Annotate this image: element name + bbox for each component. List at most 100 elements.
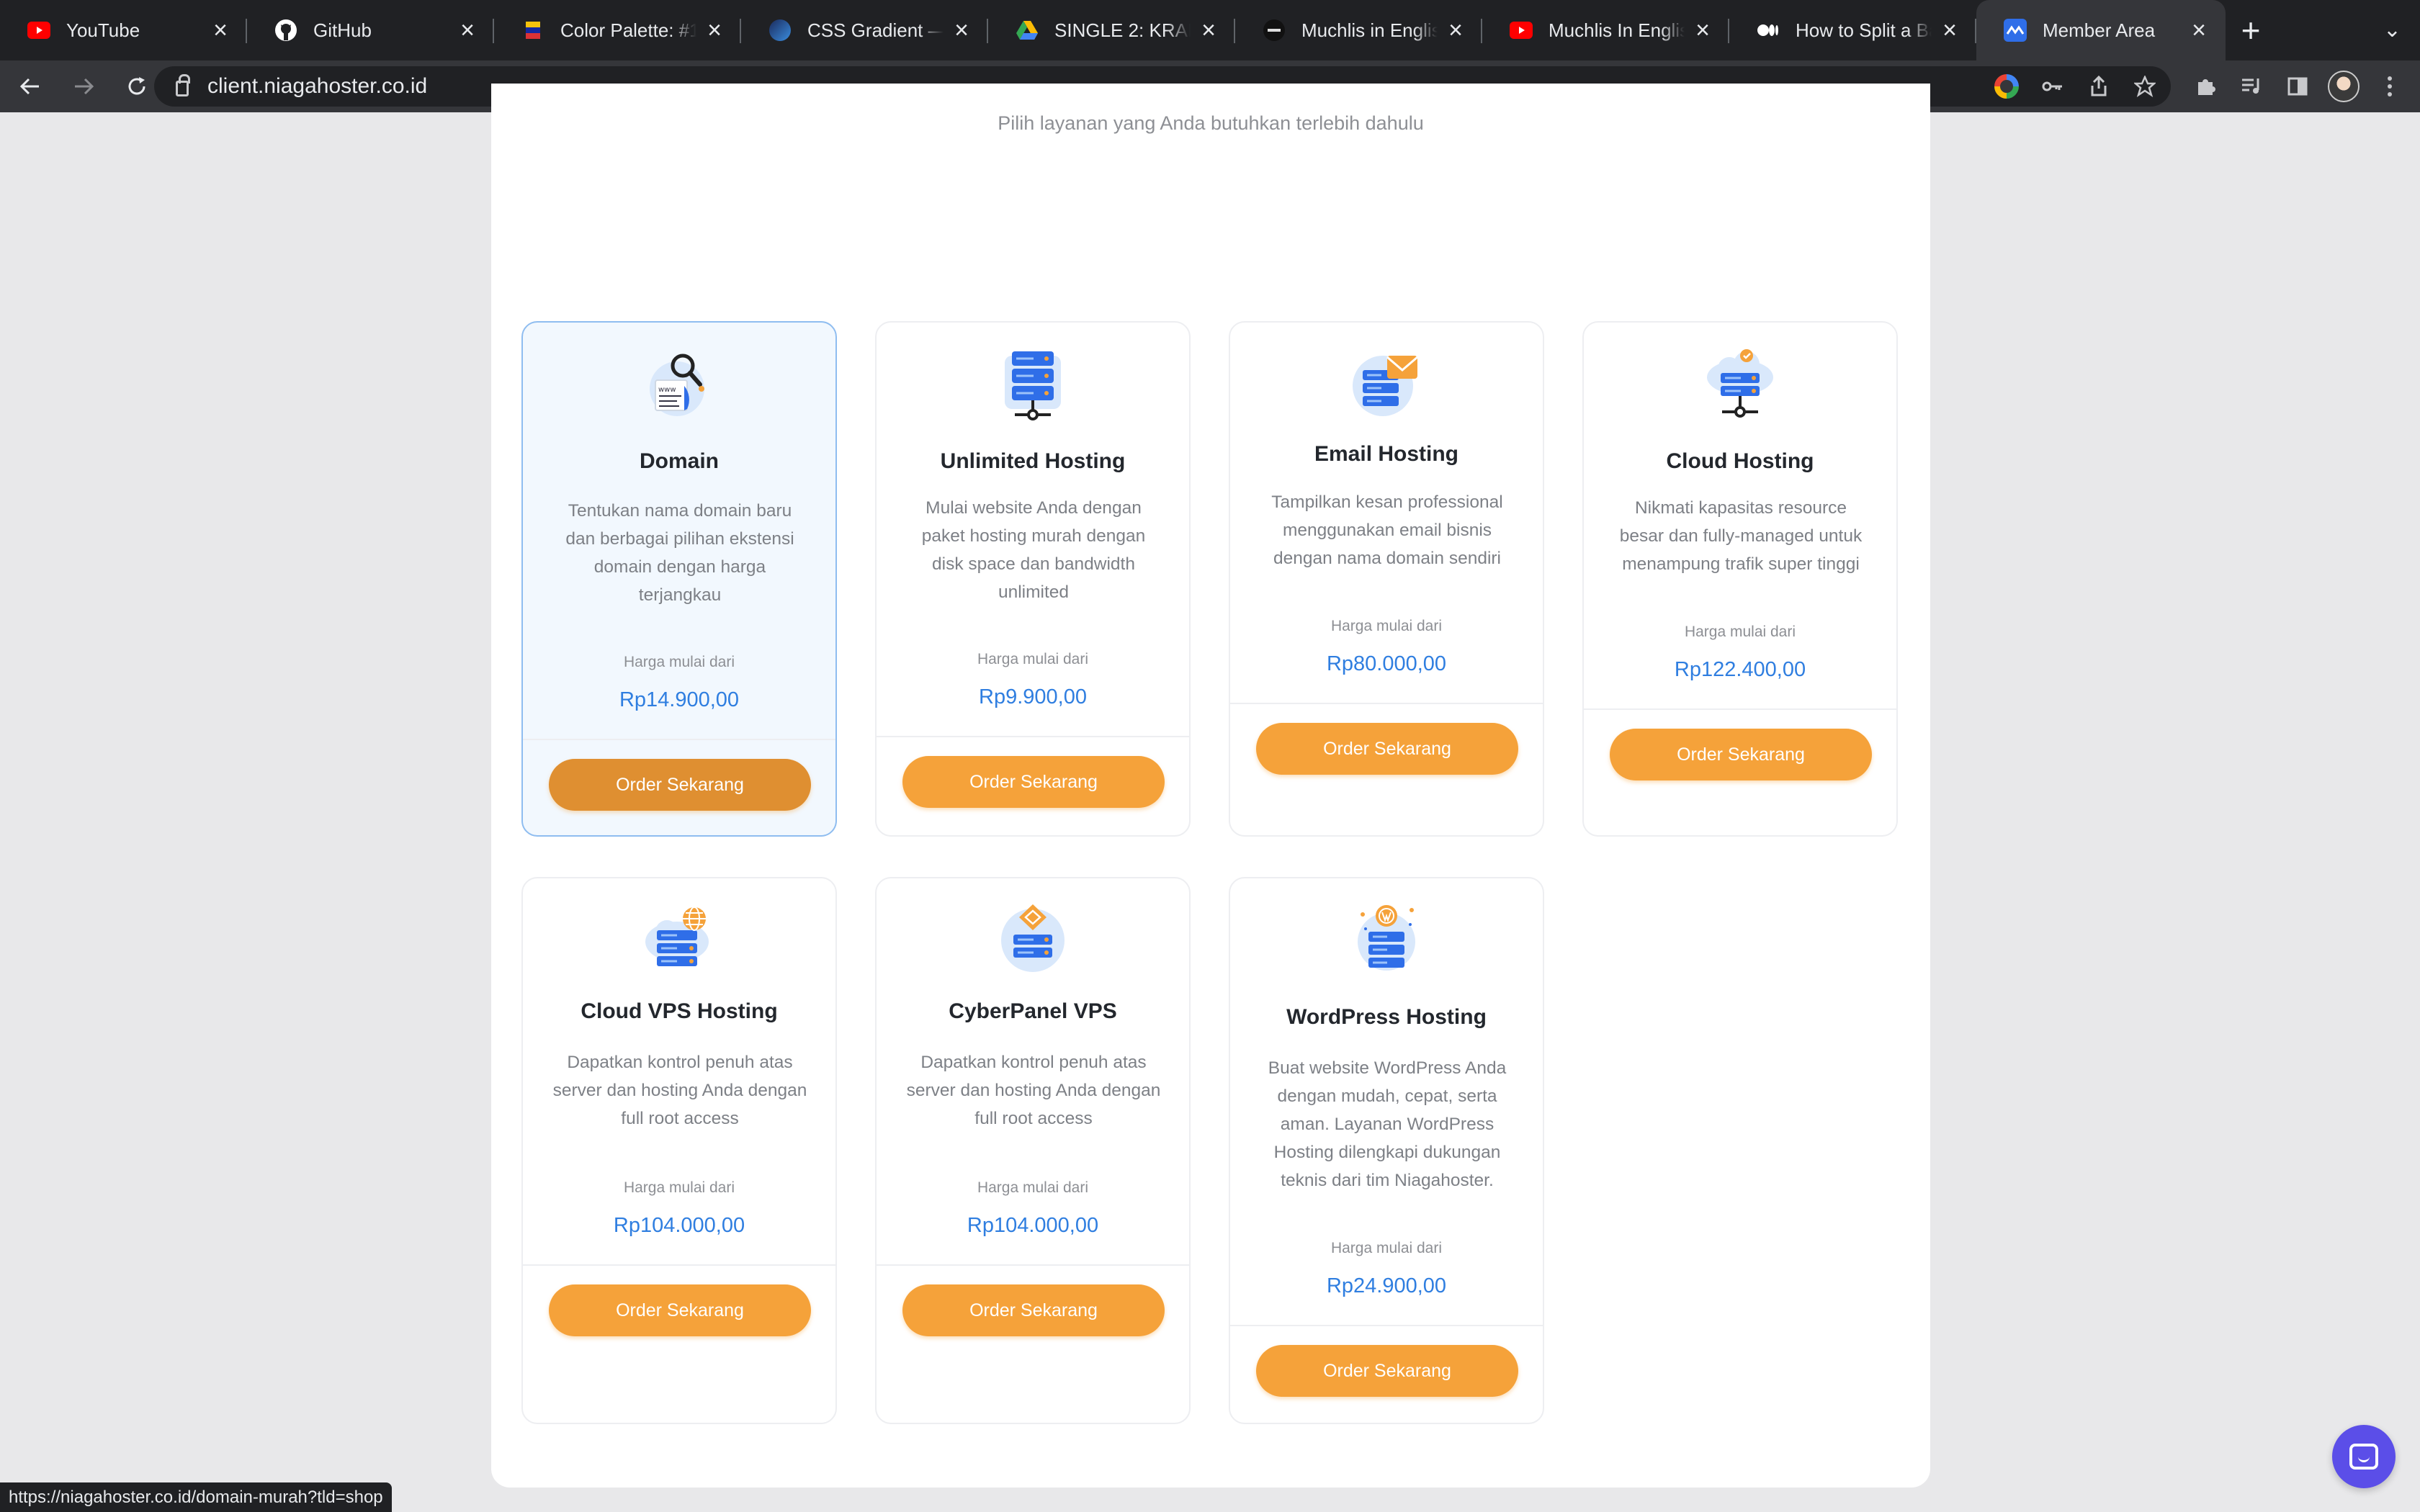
tab-title: Member Area [2043,19,2156,41]
tab-youtube[interactable]: YouTube × [0,0,247,60]
service-name: Cloud VPS Hosting [581,999,778,1023]
service-description: Dapatkan kontrol penuh atas server dan h… [906,1053,1161,1128]
chevron-down-icon[interactable]: ⌄ [2383,17,2401,42]
lock-icon[interactable] [176,74,190,96]
services-panel: Pilih layanan yang Anda butuhkan terlebi… [491,84,1930,1488]
youtube-icon [1510,19,1533,42]
close-tab-icon[interactable]: × [951,17,972,45]
close-tab-icon[interactable]: × [457,17,478,45]
service-card-cyberpanel-vps[interactable]: CyberPanel VPS Dapatkan kontrol penuh at… [875,877,1191,1424]
card-divider [1230,1325,1543,1326]
reload-icon[interactable] [114,63,160,109]
extensions-icon[interactable] [2190,71,2221,102]
price-caption: Harga mulai dari [1684,624,1796,640]
service-card-wordpress-hosting[interactable]: WordPress Hosting Buat website WordPress… [1229,877,1544,1424]
google-icon[interactable] [1991,71,2022,102]
close-tab-icon[interactable]: × [1692,17,1713,45]
tab-css-gradient[interactable]: CSS Gradient — Generator × [741,0,988,60]
order-now-button[interactable]: Order Sekarang [1256,1345,1518,1397]
order-now-button[interactable]: Order Sekarang [902,1284,1165,1336]
service-card-cloud-vps-hosting[interactable]: Cloud VPS Hosting Dapatkan kontrol penuh… [521,877,837,1424]
price-caption: Harga mulai dari [977,651,1089,667]
service-name: Cloud Hosting [1666,449,1814,473]
tab-muchlis-channel[interactable]: Muchlis in English × [1235,0,1482,60]
price-caption: Harga mulai dari [1330,1240,1443,1256]
service-card-cloud-hosting[interactable]: Cloud Hosting Nikmati kapasitas resource… [1582,321,1898,837]
tab-member-area[interactable]: Member Area × [1976,0,2226,60]
tab-muchlis-youtube[interactable]: Muchlis In English × [1482,0,1729,60]
chat-support-button[interactable] [2332,1425,2396,1488]
service-description: Tampilkan kesan professional menggunakan… [1271,492,1503,568]
card-divider [523,1264,835,1266]
forward-icon[interactable] [60,63,107,109]
service-card-email-hosting[interactable]: Email Hosting Tampilkan kesan profession… [1229,321,1544,837]
price-caption: Harga mulai dari [623,654,735,670]
service-card-domain[interactable]: www Domain Tentukan nama domain baru dan… [521,321,837,837]
tab-title: SINGLE 2: KRAIT (2 [1054,19,1191,41]
order-now-button[interactable]: Order Sekarang [549,1284,811,1336]
close-tab-icon[interactable]: × [704,17,725,45]
tab-medium-article[interactable]: How to Split a Backend × [1729,0,1976,60]
close-tab-icon[interactable]: × [1445,17,1466,45]
service-description: Dapatkan kontrol penuh atas server dan h… [552,1053,807,1128]
tab-color-palette[interactable]: Color Palette: #1428A0 × [494,0,741,60]
kebab-menu-icon[interactable] [2374,71,2406,102]
service-description: Buat website WordPress Anda dengan mudah… [1268,1058,1507,1190]
tab-title: GitHub [313,19,372,41]
server-stack-icon [993,344,1072,423]
side-panel-icon[interactable] [2282,71,2313,102]
tab-title: CSS Gradient — Generator [807,19,944,41]
channel-icon [1263,19,1286,42]
bookmark-star-icon[interactable] [2129,71,2161,102]
tab-github[interactable]: GitHub × [247,0,494,60]
cyberpanel-icon [993,900,1072,979]
google-drive-icon [1016,19,1039,42]
service-price: Rp104.000,00 [613,1214,745,1237]
toolbar-icons [1991,66,2406,107]
service-price: Rp104.000,00 [967,1214,1099,1237]
order-now-button[interactable]: Order Sekarang [549,759,811,811]
order-now-button[interactable]: Order Sekarang [1610,729,1872,780]
youtube-icon [27,19,50,42]
service-name: Email Hosting [1314,442,1459,466]
card-divider [877,1264,1189,1266]
close-tab-icon[interactable]: × [210,17,231,45]
url-text[interactable]: client.niagahoster.co.id [207,74,427,99]
back-icon[interactable] [7,63,53,109]
profile-avatar[interactable] [2328,71,2360,102]
page-viewport: Pilih layanan yang Anda butuhkan terlebi… [0,84,2420,1512]
service-name: Domain [639,449,719,473]
page-subtitle: Pilih layanan yang Anda butuhkan terlebi… [998,112,1424,134]
service-price: Rp9.900,00 [979,685,1087,708]
price-caption: Harga mulai dari [1330,618,1443,634]
share-icon[interactable] [2083,71,2115,102]
tab-google-drive[interactable]: SINGLE 2: KRAIT (2 × [988,0,1235,60]
tab-title: Muchlis in English [1301,19,1438,41]
close-tab-icon[interactable]: × [1198,17,1219,45]
link-status-bar: https://niagahoster.co.id/domain-murah?t… [0,1482,392,1512]
order-now-button[interactable]: Order Sekarang [902,756,1165,808]
card-divider [877,736,1189,737]
service-card-unlimited-hosting[interactable]: Unlimited Hosting Mulai website Anda den… [875,321,1191,837]
close-tab-icon[interactable]: × [1939,17,1960,45]
service-price: Rp122.400,00 [1674,658,1806,681]
tab-strip: YouTube × GitHub × Color Palette: #1428A… [0,0,2420,60]
close-tab-icon[interactable]: × [2188,17,2210,45]
price-caption: Harga mulai dari [623,1179,735,1196]
medium-icon [1757,19,1780,42]
key-icon[interactable] [2037,71,2069,102]
card-divider [523,739,835,740]
css-gradient-icon [768,19,792,42]
cloud-server-icon [1700,344,1780,423]
tab-title: Muchlis In English [1549,19,1685,41]
tab-title: Color Palette: #1428A0 [560,19,696,41]
service-price: Rp24.900,00 [1326,1274,1447,1297]
niagahoster-icon [2004,19,2027,42]
chat-bubble-icon [2349,1444,2378,1470]
svg-text:www: www [658,386,676,394]
new-tab-icon[interactable]: + [2226,0,2276,60]
media-queue-icon[interactable] [2236,71,2267,102]
service-description: Tentukan nama domain baru dan berbagai p… [565,501,794,605]
order-now-button[interactable]: Order Sekarang [1256,723,1518,775]
service-name: CyberPanel VPS [949,999,1117,1023]
